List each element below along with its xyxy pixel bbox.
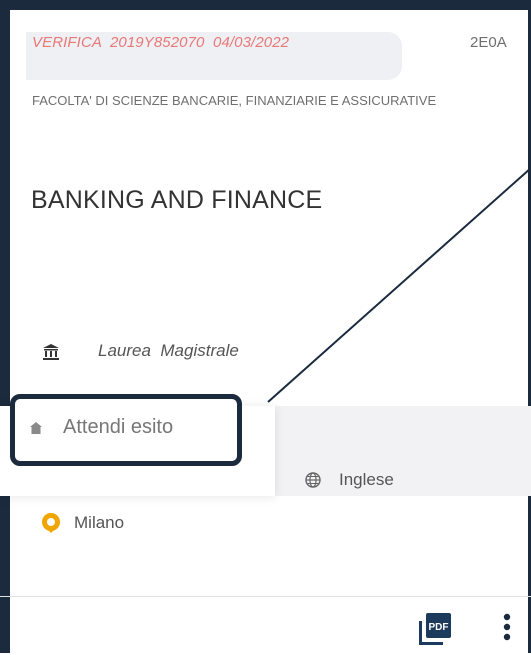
course-code: 2E0A [470, 34, 507, 51]
language: Inglese [339, 470, 394, 489]
download-pdf-button[interactable]: PDF [418, 612, 452, 646]
degree-type: Laurea Magistrale [98, 341, 239, 360]
pdf-document-icon: PDF [419, 613, 451, 645]
verification-label: VERIFICA 2019Y852070 04/03/2022 [32, 34, 290, 51]
card-footer-divider [0, 596, 531, 597]
city: Milano [74, 513, 125, 532]
pdf-icon-label: PDF [429, 622, 449, 633]
status-label: Attendi esito [63, 416, 174, 438]
university-building-icon [43, 344, 59, 360]
status-badge: Attendi esito [10, 394, 242, 466]
faculty-name: FACOLTA' DI SCIENZE BANCARIE, FINANZIARI… [32, 93, 437, 108]
globe-icon [305, 472, 321, 488]
more-vertical-icon [503, 613, 511, 641]
course-title: BANKING AND FINANCE [31, 186, 323, 214]
more-options-button[interactable] [497, 610, 517, 650]
home-icon [30, 422, 42, 434]
location-pin-icon [42, 513, 60, 533]
